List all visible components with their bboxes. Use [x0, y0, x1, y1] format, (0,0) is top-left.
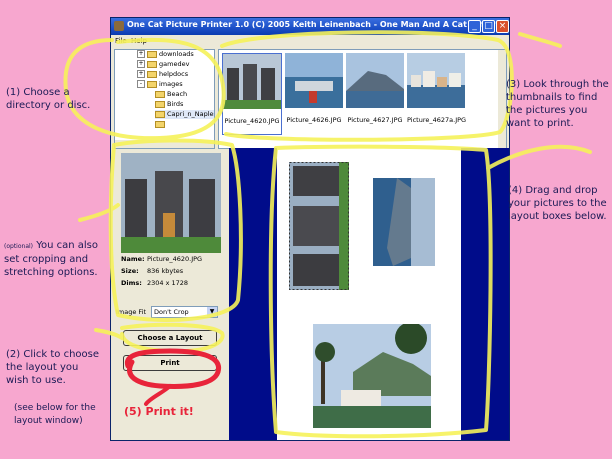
annotation-optional: (optional) You can also set cropping and… [4, 239, 114, 279]
annotation-step1: (1) Choose a directory or disc. [6, 87, 91, 111]
annotation-step4: (4) Drag and drop your pictures to the l… [508, 185, 607, 222]
annotation-step3: (3) Look through the thumbnails to find … [506, 79, 609, 129]
annotation-step2: (2) Click to choose the layout you wish … [6, 349, 100, 386]
annotation-step5: (5) Print it! [124, 405, 194, 418]
annotation-step2b: (see below for the layout window) [14, 403, 96, 426]
optional-tag: (optional) [4, 243, 33, 250]
highlight-strokes [63, 30, 592, 439]
